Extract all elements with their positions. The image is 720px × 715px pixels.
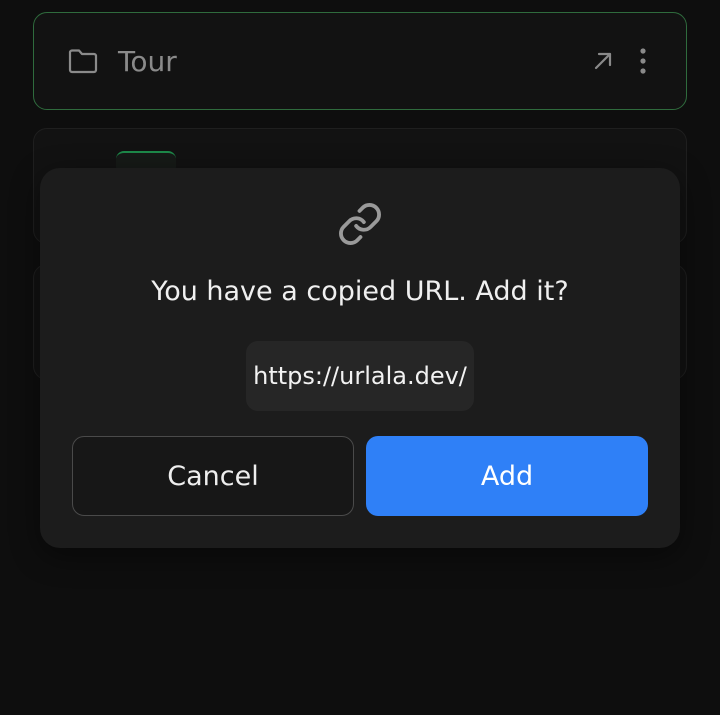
copied-url: https://urlala.dev/ [246, 341, 474, 411]
link-icon [336, 200, 384, 248]
app-screen: Tour You have a copied URL. Add it? http… [0, 0, 720, 715]
list-item-title: Tour [118, 44, 177, 78]
list-item-tour[interactable]: Tour [33, 12, 687, 110]
add-button[interactable]: Add [366, 436, 648, 516]
dialog-message: You have a copied URL. Add it? [151, 276, 569, 307]
cancel-button[interactable]: Cancel [72, 436, 354, 516]
open-arrow-icon[interactable] [590, 48, 616, 74]
add-copied-url-dialog: You have a copied URL. Add it? https://u… [40, 168, 680, 548]
folder-icon [68, 46, 98, 76]
more-vertical-icon[interactable] [634, 46, 652, 76]
